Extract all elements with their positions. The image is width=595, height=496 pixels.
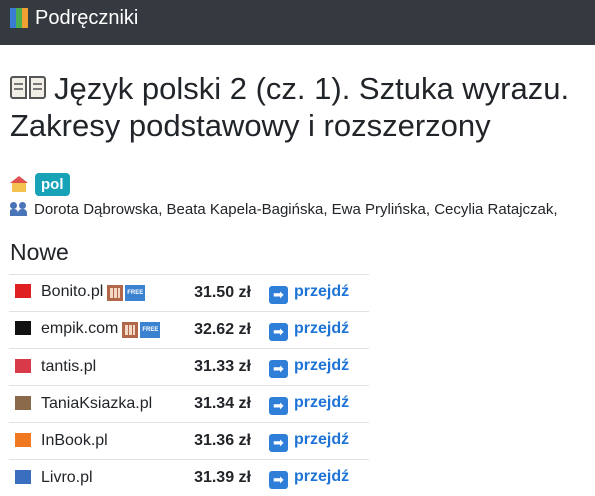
- school-icon: [10, 176, 28, 192]
- shop-logo-icon: [15, 433, 31, 447]
- shop-logo-icon: [15, 359, 31, 373]
- book-authors: Dorota Dąbrowska, Beata Kapela-Bagińska,…: [10, 199, 595, 221]
- offer-go-cell: ➡ przejdź: [269, 349, 369, 386]
- offer-row: Bonito.pl FREE 31.50 zł➡ przejdź: [9, 275, 369, 312]
- offer-go-cell: ➡ przejdź: [269, 460, 369, 496]
- shop-badges: FREE: [122, 322, 160, 340]
- go-to-shop-link[interactable]: przejdź: [294, 431, 349, 448]
- arrow-right-icon[interactable]: ➡: [269, 360, 288, 378]
- offer-row: tantis.pl 31.33 zł➡ przejdź: [9, 349, 369, 386]
- books-icon: [10, 8, 28, 28]
- shop-badges: FREE: [107, 285, 145, 303]
- shop-logo-icon: [15, 396, 31, 410]
- offer-go-cell: ➡ przejdź: [269, 275, 369, 312]
- offer-price: 31.33 zł: [183, 349, 269, 386]
- arrow-right-icon[interactable]: ➡: [269, 471, 288, 489]
- pickup-point-icon: [107, 285, 123, 301]
- offer-shop-cell: TaniaKsiazka.pl: [9, 386, 183, 423]
- offer-go-cell: ➡ przejdź: [269, 423, 369, 460]
- brand-label: Podręczniki: [35, 7, 138, 30]
- shop-name: Livro.pl: [41, 469, 93, 486]
- go-to-shop-link[interactable]: przejdź: [294, 320, 349, 337]
- offer-price: 31.39 zł: [183, 460, 269, 496]
- offer-price: 31.36 zł: [183, 423, 269, 460]
- shop-name: empik.com: [41, 320, 118, 337]
- shop-logo-icon: [15, 470, 31, 484]
- shop-name: tantis.pl: [41, 358, 96, 375]
- arrow-right-icon[interactable]: ➡: [269, 397, 288, 415]
- people-icon: [10, 202, 28, 216]
- book-title-line2: Zakresy podstawowy i rozszerzony: [10, 108, 491, 143]
- pickup-point-icon: [122, 322, 138, 338]
- shop-logo-icon: [15, 321, 31, 335]
- top-navbar: Podręczniki: [0, 0, 595, 45]
- offer-shop-cell: InBook.pl: [9, 423, 183, 460]
- authors-list: Dorota Dąbrowska, Beata Kapela-Bagińska,…: [34, 201, 558, 218]
- offer-shop-cell: Livro.pl: [9, 460, 183, 496]
- go-to-shop-link[interactable]: przejdź: [294, 468, 349, 485]
- offers-table: Bonito.plFREE31.50 zł➡przejdźempik.comFR…: [9, 274, 369, 496]
- offer-row: TaniaKsiazka.pl 31.34 zł➡ przejdź: [9, 386, 369, 423]
- offer-row: Livro.pl 31.39 zł➡ przejdź: [9, 460, 369, 496]
- shop-name: InBook.pl: [41, 432, 108, 449]
- go-to-shop-link[interactable]: przejdź: [294, 357, 349, 374]
- go-to-shop-link[interactable]: przejdź: [294, 394, 349, 411]
- book-title-line1: Język polski 2 (cz. 1). Sztuka wyrazu.: [54, 71, 569, 106]
- offer-shop-cell: Bonito.pl FREE: [9, 275, 183, 312]
- language-badge: pol: [35, 173, 70, 196]
- arrow-right-icon[interactable]: ➡: [269, 434, 288, 452]
- offer-price: 32.62 zł: [183, 312, 269, 349]
- shop-name: TaniaKsiazka.pl: [41, 395, 152, 412]
- book-title: Język polski 2 (cz. 1). Sztuka wyrazu. Z…: [10, 70, 595, 144]
- offer-price: 31.50 zł: [183, 275, 269, 312]
- offers-heading: Nowe: [10, 237, 69, 267]
- offer-shop-cell: tantis.pl: [9, 349, 183, 386]
- go-to-shop-link[interactable]: przejdź: [294, 283, 349, 300]
- offer-price: 31.34 zł: [183, 386, 269, 423]
- brand-link[interactable]: Podręczniki: [10, 5, 138, 31]
- offer-shop-cell: empik.com FREE: [9, 312, 183, 349]
- offer-go-cell: ➡ przejdź: [269, 386, 369, 423]
- offer-go-cell: ➡ przejdź: [269, 312, 369, 349]
- shop-logo-icon: [15, 284, 31, 298]
- offer-row: empik.com FREE 32.62 zł➡ przejdź: [9, 312, 369, 349]
- offer-row: InBook.pl 31.36 zł➡ przejdź: [9, 423, 369, 460]
- arrow-right-icon[interactable]: ➡: [269, 286, 288, 304]
- open-book-icon: [10, 74, 46, 101]
- arrow-right-icon[interactable]: ➡: [269, 323, 288, 341]
- free-shipping-icon: FREE: [140, 322, 160, 338]
- shop-name: Bonito.pl: [41, 283, 103, 300]
- book-meta-language: pol: [10, 172, 70, 196]
- free-shipping-icon: FREE: [125, 285, 145, 301]
